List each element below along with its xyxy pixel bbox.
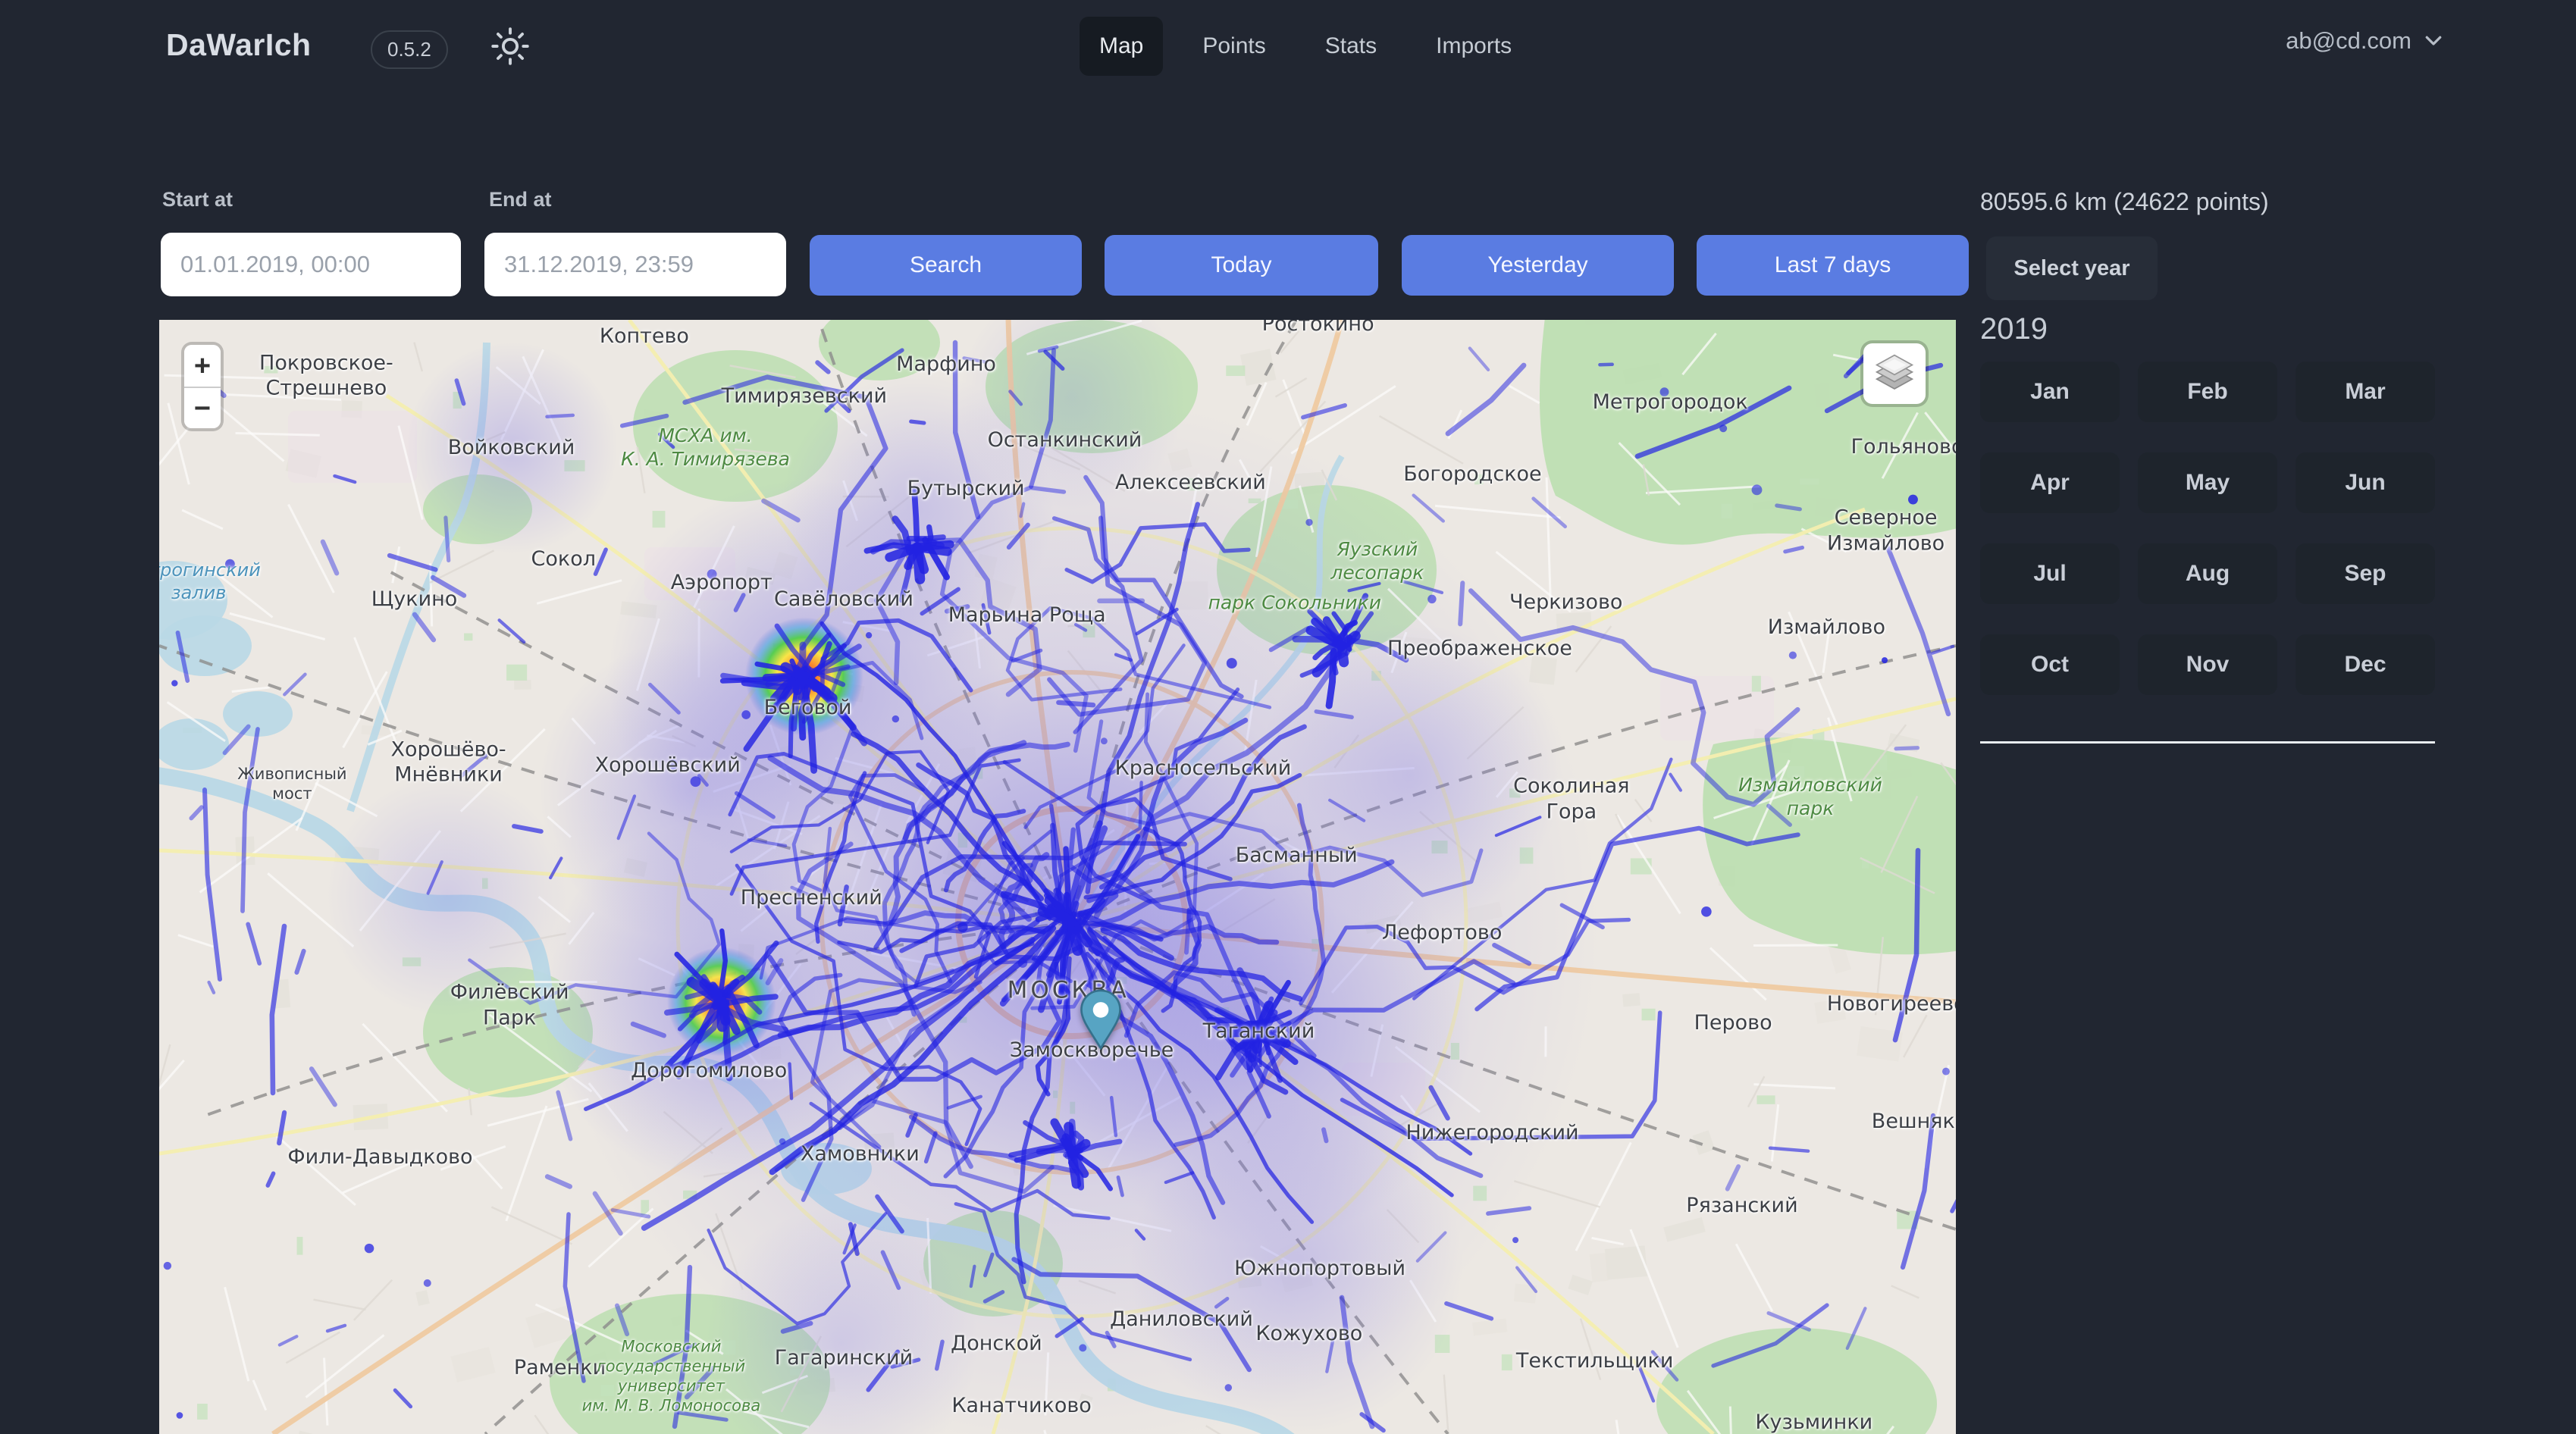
month-button-aug[interactable]: Aug [2138,543,2277,604]
distance-stats: 80595.6 km (24622 points) [1980,188,2269,216]
app-logo[interactable]: DaWarIch [166,27,312,63]
location-pin-marker[interactable] [1079,989,1123,1050]
end-at-input[interactable] [484,233,786,296]
year-heading: 2019 [1980,312,2048,346]
month-button-jul[interactable]: Jul [1980,543,2120,604]
zoom-control: + − [184,345,221,428]
month-button-sep[interactable]: Sep [2296,543,2435,604]
sidebar-divider [1980,741,2435,744]
month-button-nov[interactable]: Nov [2138,634,2277,695]
nav-tab-stats[interactable]: Stats [1305,17,1396,76]
search-button[interactable]: Search [810,235,1082,296]
month-button-feb[interactable]: Feb [2138,362,2277,422]
month-button-may[interactable]: May [2138,452,2277,513]
last-7-days-button[interactable]: Last 7 days [1697,235,1969,296]
nav-tab-imports[interactable]: Imports [1416,17,1531,76]
nav-tab-map[interactable]: Map [1080,17,1163,76]
dawarich-app: DaWarIch 0.5.2 Map Points Stats Imports ab@… [0,0,2576,1434]
nav-tab-points[interactable]: Points [1183,17,1285,76]
map-tiles-and-tracks [159,320,1956,1434]
month-button-dec[interactable]: Dec [2296,634,2435,695]
stacked-layers-icon [1873,352,1916,396]
start-at-input[interactable] [161,233,461,296]
month-button-apr[interactable]: Apr [1980,452,2120,513]
months-grid: Jan Feb Mar Apr May Jun Jul Aug Sep Oct Nov Dec [1980,362,2435,695]
version-badge: 0.5.2 [371,30,448,69]
zoom-out-button[interactable]: − [184,387,221,428]
map-canvas[interactable]: КоптевоПокровское- СтрешневоТимирязевски… [159,320,1956,1434]
layers-control-button[interactable] [1863,343,1926,404]
today-button[interactable]: Today [1105,235,1378,296]
user-email: ab@cd.com [2286,27,2411,55]
theme-toggle-button[interactable] [489,26,531,68]
zoom-in-button[interactable]: + [184,345,221,387]
month-button-mar[interactable]: Mar [2296,362,2435,422]
start-at-label: Start at [162,188,233,211]
chevron-down-icon [2422,29,2445,54]
yesterday-button[interactable]: Yesterday [1402,235,1674,296]
month-button-jun[interactable]: Jun [2296,452,2435,513]
user-menu[interactable]: ab@cd.com [2286,27,2445,55]
sun-icon [490,57,530,68]
month-button-oct[interactable]: Oct [1980,634,2120,695]
select-year-button[interactable]: Select year [1986,236,2158,300]
end-at-label: End at [489,188,552,211]
month-button-jan[interactable]: Jan [1980,362,2120,422]
main-nav: Map Points Stats Imports [1080,17,1531,76]
